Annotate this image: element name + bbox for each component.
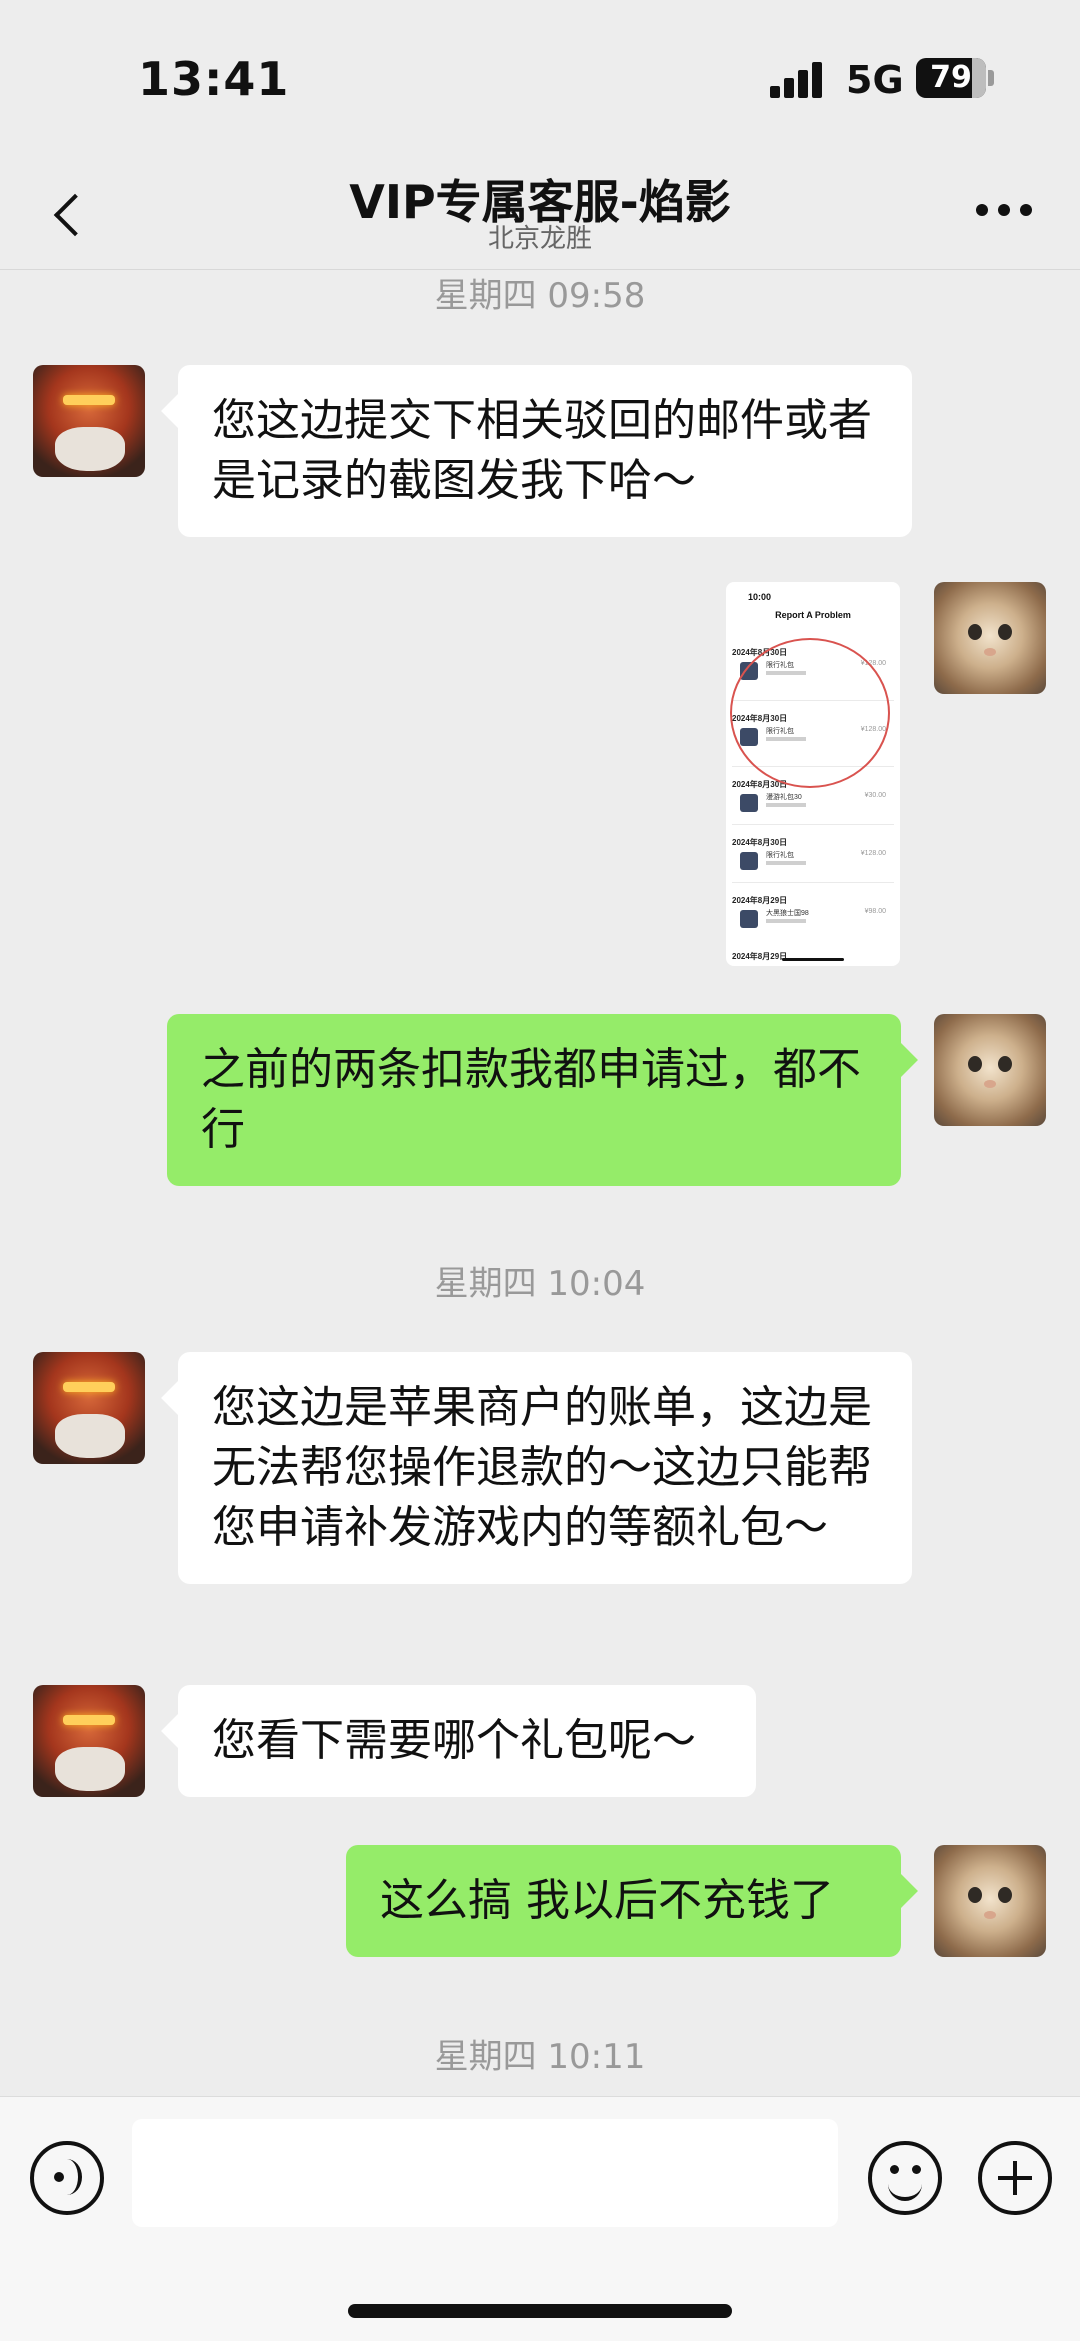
screenshot-item: 漫游礼包30	[766, 794, 802, 801]
chat-header: VIP专属客服-焰影 北京龙胜	[0, 160, 1080, 270]
screenshot-thumb-icon	[740, 852, 758, 870]
screenshot-item: 大黑狼士国98	[766, 910, 809, 917]
user-avatar[interactable]	[934, 1014, 1046, 1126]
plus-icon[interactable]	[978, 2141, 1052, 2215]
emoji-icon[interactable]	[868, 2141, 942, 2215]
message-input[interactable]	[132, 2119, 838, 2227]
user-avatar[interactable]	[934, 582, 1046, 694]
back-icon[interactable]	[46, 186, 96, 242]
screenshot-thumb-icon	[740, 794, 758, 812]
message-timestamp: 星期四 09:58	[434, 276, 646, 316]
screenshot-thumb-icon	[740, 910, 758, 928]
screenshot-price: ¥128.00	[860, 850, 886, 857]
screenshot-image[interactable]: 10:00 Report A Problem 2024年8月30日 限行礼包 ¥…	[726, 582, 900, 966]
screenshot-item: 限行礼包	[766, 852, 794, 859]
screenshot-home-indicator	[782, 958, 844, 961]
message-timestamp: 星期四 10:04	[434, 1264, 646, 1304]
message-text: 这么搞 我以后不充钱了	[380, 1875, 834, 1926]
more-icon[interactable]	[976, 204, 1032, 218]
chat-subtitle: 北京龙胜	[487, 224, 592, 254]
network-label: 5G	[846, 58, 904, 102]
message-text: 您看下需要哪个礼包呢～	[212, 1715, 696, 1766]
red-annotation-circle	[730, 638, 890, 788]
status-bar: 13:41 5G 79	[0, 0, 1080, 160]
voice-icon[interactable]	[30, 2141, 104, 2215]
battery-icon: 79	[916, 58, 986, 98]
agent-message-bubble[interactable]: 您这边是苹果商户的账单，这边是无法帮您操作退款的～这边只能帮您申请补发游戏内的等…	[178, 1352, 912, 1584]
message-text: 之前的两条扣款我都申请过，都不行	[201, 1044, 861, 1155]
screenshot-price: ¥30.00	[864, 792, 886, 799]
screenshot-price: ¥98.00	[864, 908, 886, 915]
user-avatar[interactable]	[934, 1845, 1046, 1957]
message-text: 您这边是苹果商户的账单，这边是无法帮您操作退款的～这边只能帮您申请补发游戏内的等…	[212, 1382, 872, 1553]
user-message-bubble[interactable]: 这么搞 我以后不充钱了	[346, 1845, 901, 1957]
screenshot-date: 2024年8月30日	[732, 838, 788, 847]
agent-message-bubble[interactable]: 您看下需要哪个礼包呢～	[178, 1685, 756, 1797]
message-timestamp: 星期四 10:11	[434, 2037, 646, 2077]
screenshot-date: 2024年8月29日	[732, 952, 788, 961]
battery-level: 79	[930, 60, 972, 95]
agent-message-bubble[interactable]: 您这边提交下相关驳回的邮件或者是记录的截图发我下哈～	[178, 365, 912, 537]
agent-avatar[interactable]	[33, 365, 145, 477]
agent-avatar[interactable]	[33, 1685, 145, 1797]
screenshot-time: 10:00	[748, 592, 772, 602]
agent-avatar[interactable]	[33, 1352, 145, 1464]
screenshot-title: Report A Problem	[775, 610, 851, 620]
user-message-bubble[interactable]: 之前的两条扣款我都申请过，都不行	[167, 1014, 901, 1186]
signal-icon	[770, 62, 826, 98]
home-indicator	[348, 2304, 732, 2318]
screenshot-date: 2024年8月29日	[732, 896, 788, 905]
status-time: 13:41	[138, 52, 290, 106]
battery-tip-icon	[988, 70, 994, 86]
message-text: 您这边提交下相关驳回的邮件或者是记录的截图发我下哈～	[212, 395, 872, 506]
